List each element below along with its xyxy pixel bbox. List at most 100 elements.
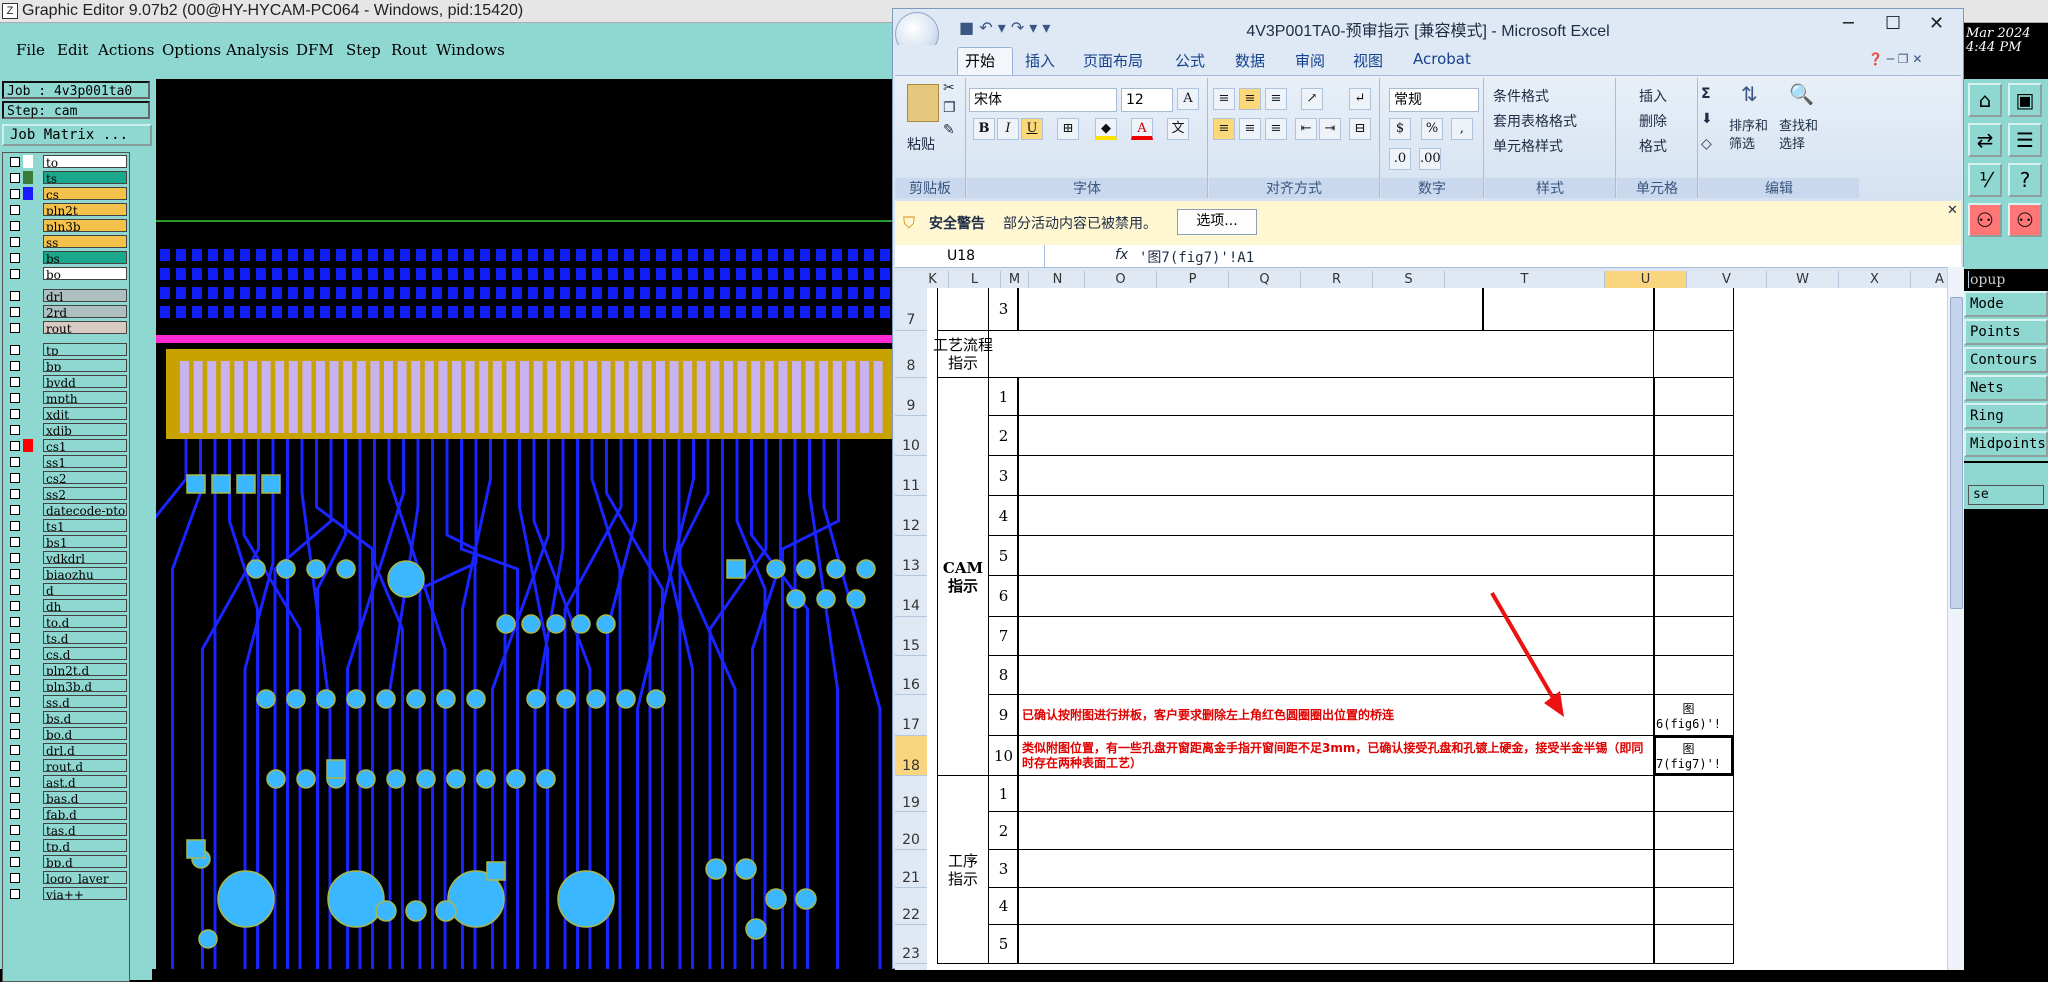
layer-checkbox[interactable] <box>10 569 20 579</box>
align-left-icon[interactable]: ≡ <box>1213 118 1235 140</box>
cam-item-link[interactable]: 图 6(fig6)'! <box>1653 694 1734 736</box>
layer-checkbox[interactable] <box>10 205 20 215</box>
cell-l7[interactable] <box>937 288 989 331</box>
help-icon[interactable]: ? <box>2008 163 2042 197</box>
column-header-r[interactable]: R <box>1301 271 1373 288</box>
layer-checkbox[interactable] <box>10 649 20 659</box>
fx-icon[interactable]: fx <box>1115 247 1128 263</box>
cam-item-link[interactable] <box>1653 455 1734 496</box>
cam-item-num[interactable]: 1 <box>988 377 1019 416</box>
column-header-v[interactable]: V <box>1687 271 1767 288</box>
layer-row-bs1[interactable]: bs1 <box>5 535 127 549</box>
name-box[interactable]: U18 <box>895 245 1045 267</box>
cam-item-num[interactable]: 8 <box>988 655 1019 695</box>
row-header-24[interactable]: 24 <box>895 964 927 970</box>
procedure-item-link[interactable] <box>1653 811 1734 850</box>
row-header-10[interactable]: 10 <box>895 416 927 456</box>
layer-checkbox[interactable] <box>10 377 20 387</box>
cut-icon[interactable]: ✂ <box>943 80 955 96</box>
clear-icon[interactable]: ◇ <box>1701 136 1712 152</box>
procedure-item-link[interactable] <box>1653 849 1734 888</box>
menu-dfm[interactable]: DFM <box>296 41 334 59</box>
underline-button[interactable]: U <box>1021 118 1043 140</box>
layer-row-mpth[interactable]: mpth <box>5 391 127 405</box>
sort-filter-icon[interactable]: ⇅ <box>1741 82 1767 108</box>
row-header-18[interactable]: 18 <box>895 736 927 776</box>
row-header-8[interactable]: 8 <box>895 331 927 378</box>
layer-checkbox[interactable] <box>10 665 20 675</box>
format-button[interactable]: 格式 <box>1639 136 1667 156</box>
cam-section-label[interactable]: CAM 指示 <box>937 377 989 776</box>
layer-checkbox[interactable] <box>10 489 20 499</box>
layer-row-bydd[interactable]: bydd <box>5 375 127 389</box>
layer-row-ss-d[interactable]: ss.d <box>5 695 127 709</box>
procedure-item-text[interactable] <box>1017 849 1655 888</box>
procedure-item-text[interactable] <box>1017 924 1655 964</box>
wrap-text-icon[interactable]: ↵ <box>1349 88 1371 110</box>
font-color-icon[interactable]: A <box>1131 118 1153 140</box>
cam-item-text[interactable] <box>1017 495 1655 536</box>
maximize-button[interactable]: ☐ <box>1885 13 1901 34</box>
layer-row-tp-d[interactable]: tp.d <box>5 839 127 853</box>
layer-checkbox[interactable] <box>10 457 20 467</box>
cam-item-text[interactable] <box>1017 455 1655 496</box>
row-header-12[interactable]: 12 <box>895 496 927 536</box>
sort-filter-button[interactable]: 排序和 筛选 <box>1729 118 1768 154</box>
layer-checkbox[interactable] <box>10 761 20 771</box>
layer-row-biaozhu[interactable]: biaozhu <box>5 567 127 581</box>
layer-checkbox[interactable] <box>10 713 20 723</box>
row-header-20[interactable]: 20 <box>895 812 927 850</box>
row-header-23[interactable]: 23 <box>895 925 927 964</box>
column-header-m[interactable]: M <box>1001 271 1029 288</box>
menu-actions[interactable]: Actions <box>98 41 154 59</box>
layer-checkbox[interactable] <box>10 393 20 403</box>
layer-row-ts[interactable]: ts <box>5 171 127 185</box>
find-select-button[interactable]: 查找和 选择 <box>1779 118 1818 154</box>
cam-item-text[interactable] <box>1017 415 1655 456</box>
swap-icon[interactable]: ⇄ <box>1968 123 2002 157</box>
layer-checkbox[interactable] <box>10 697 20 707</box>
scroll-thumb[interactable] <box>1950 297 1963 609</box>
layer-checkbox[interactable] <box>10 537 20 547</box>
layer-row-bs-d[interactable]: bs.d <box>5 711 127 725</box>
layer-checkbox[interactable] <box>10 345 20 355</box>
layer-row-cs-d[interactable]: cs.d <box>5 647 127 661</box>
phonetic-icon[interactable]: 文 <box>1167 118 1189 140</box>
orientation-icon[interactable]: ↗ <box>1301 88 1323 110</box>
cam-item-link[interactable] <box>1653 575 1734 617</box>
increase-decimal-icon[interactable]: .0 <box>1389 148 1411 170</box>
menu-windows[interactable]: Windows <box>436 41 505 59</box>
cam-item-text[interactable] <box>1017 377 1655 416</box>
vertical-scrollbar[interactable] <box>1947 267 1964 970</box>
layer-row-to-d[interactable]: to.d <box>5 615 127 629</box>
percent-icon[interactable]: % <box>1421 118 1443 140</box>
row-header-21[interactable]: 21 <box>895 850 927 888</box>
layer-row-ts-d[interactable]: ts.d <box>5 631 127 645</box>
probe-icon[interactable]: ⚇ <box>1968 203 2002 237</box>
procedure-item-num[interactable]: 2 <box>988 811 1019 850</box>
spreadsheet-grid[interactable]: 7891011121314151617181920212223243工艺流程 指… <box>895 288 1947 970</box>
italic-button[interactable]: I <box>997 118 1019 140</box>
layer-checkbox[interactable] <box>10 889 20 899</box>
layer-checkbox[interactable] <box>10 617 20 627</box>
procedure-item-text[interactable] <box>1017 775 1655 812</box>
layer-checkbox[interactable] <box>10 633 20 643</box>
minimize-button[interactable]: ─ <box>1843 13 1854 34</box>
increase-indent-icon[interactable]: ⇥ <box>1319 118 1341 140</box>
layer-row-bp[interactable]: bp <box>5 359 127 373</box>
cam-item-num[interactable]: 4 <box>988 495 1019 536</box>
currency-icon[interactable]: $ <box>1389 118 1411 140</box>
cam-item-link[interactable] <box>1653 616 1734 656</box>
layer-checkbox[interactable] <box>10 425 20 435</box>
number-format-select[interactable]: 常规 <box>1389 88 1479 112</box>
layer-checkbox[interactable] <box>10 473 20 483</box>
cam-item-text[interactable]: 类似附图位置，有一些孔盘开窗距离金手指开窗间距不足3mm，已确认接受孔盘和孔镀上… <box>1017 735 1655 776</box>
copy-icon[interactable]: ❐ <box>943 100 956 116</box>
tab-formulas[interactable]: 公式 <box>1175 50 1205 71</box>
job-matrix-button[interactable]: Job Matrix ... <box>2 124 152 146</box>
menu-options[interactable]: Options <box>162 41 221 59</box>
layer-row-tp[interactable]: tp <box>5 343 127 357</box>
snap-mode-nets[interactable]: Nets <box>1964 375 2048 401</box>
snap-mode-points[interactable]: Points <box>1964 319 2048 345</box>
paste-icon[interactable] <box>907 84 939 122</box>
